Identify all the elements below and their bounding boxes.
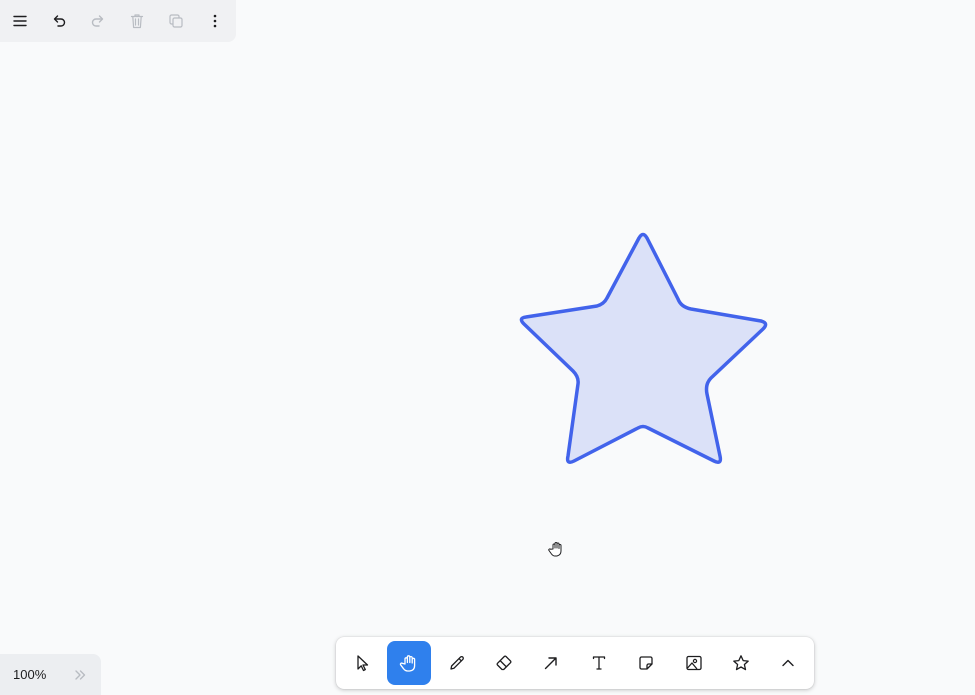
tool-arrow[interactable] bbox=[530, 641, 573, 685]
shape-star-icon bbox=[733, 655, 749, 671]
tool-shape[interactable] bbox=[719, 641, 762, 685]
drawing-canvas[interactable] bbox=[0, 0, 975, 695]
tool-more[interactable] bbox=[767, 641, 810, 685]
select-icon bbox=[357, 655, 368, 672]
chevron-up-icon bbox=[782, 659, 795, 667]
tool-image[interactable] bbox=[672, 641, 715, 685]
tool-hand[interactable] bbox=[387, 641, 431, 685]
undo-button[interactable] bbox=[39, 1, 78, 41]
zoom-level[interactable]: 100% bbox=[13, 667, 63, 682]
delete-button[interactable] bbox=[117, 1, 156, 41]
hand-icon bbox=[399, 655, 416, 672]
zoom-panel: 100% bbox=[0, 654, 101, 695]
undo-icon bbox=[53, 15, 65, 27]
note-icon bbox=[639, 656, 653, 670]
more-options-button[interactable] bbox=[195, 1, 234, 41]
text-icon bbox=[592, 656, 605, 670]
tool-note[interactable] bbox=[624, 641, 667, 685]
duplicate-button[interactable] bbox=[156, 1, 195, 41]
tool-toolbar bbox=[336, 637, 814, 689]
tool-text[interactable] bbox=[577, 641, 620, 685]
main-menu-button[interactable] bbox=[0, 1, 39, 41]
tool-draw[interactable] bbox=[435, 641, 478, 685]
more-options-icon bbox=[213, 14, 216, 28]
duplicate-icon bbox=[168, 14, 183, 28]
draw-icon bbox=[449, 656, 464, 670]
eraser-icon bbox=[496, 655, 512, 671]
star-shape[interactable] bbox=[515, 228, 773, 468]
tool-select[interactable] bbox=[340, 641, 383, 685]
redo-icon bbox=[91, 15, 103, 27]
arrow-icon bbox=[545, 657, 558, 670]
tool-eraser[interactable] bbox=[482, 641, 525, 685]
redo-button[interactable] bbox=[78, 1, 117, 41]
double-chevron-right-icon bbox=[75, 669, 86, 680]
trash-icon bbox=[130, 14, 143, 29]
menu-icon bbox=[12, 15, 27, 27]
image-icon bbox=[685, 655, 702, 671]
top-menu-panel bbox=[0, 0, 236, 42]
expand-navigation-button[interactable] bbox=[65, 660, 95, 690]
hand-cursor-icon bbox=[548, 540, 566, 558]
